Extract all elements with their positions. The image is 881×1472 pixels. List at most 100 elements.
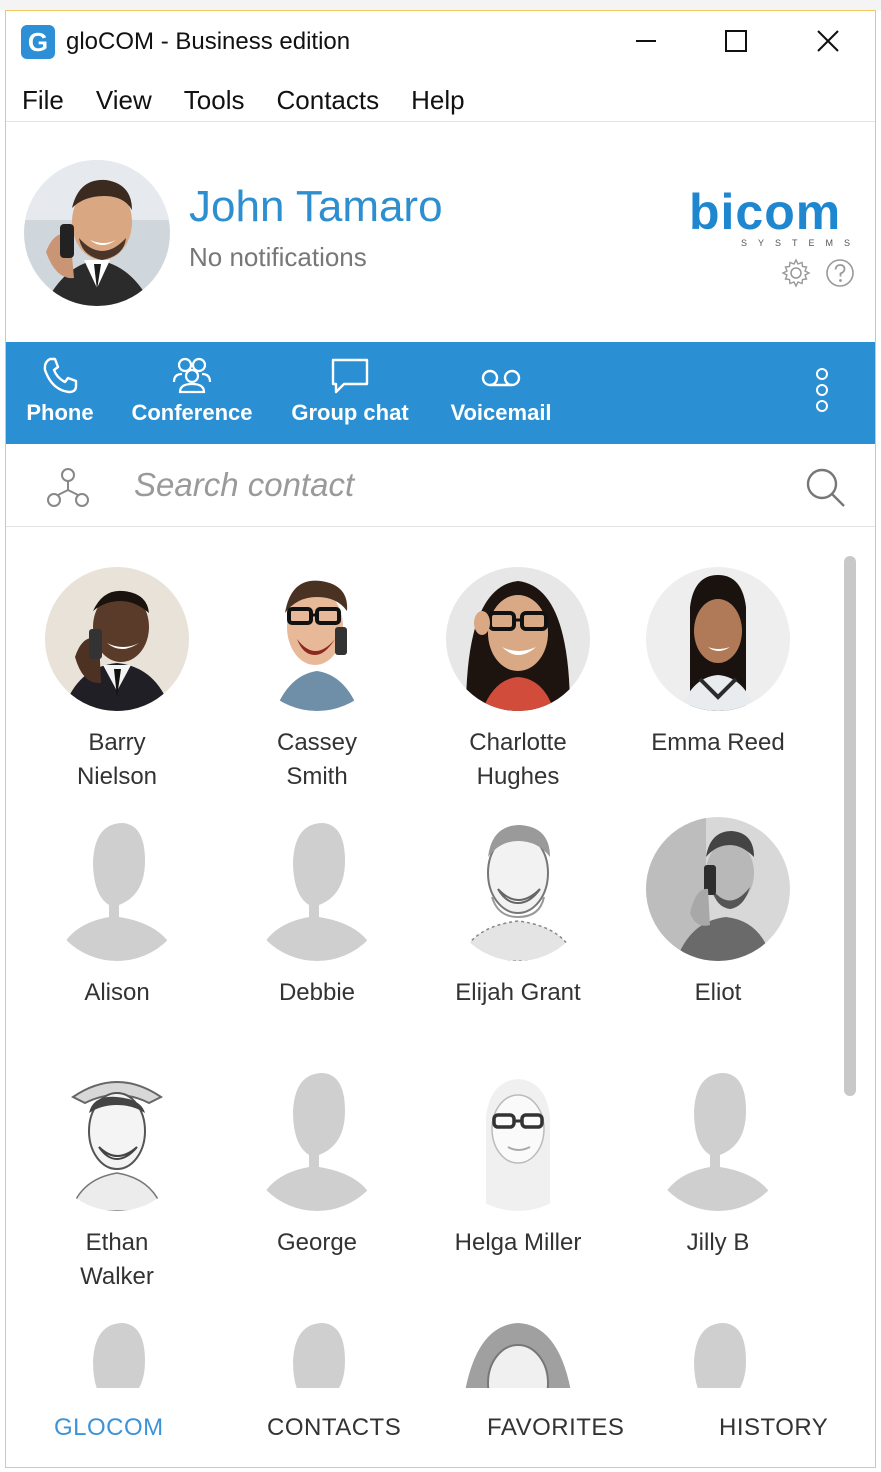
menu-view[interactable]: View <box>80 79 168 121</box>
maximize-button[interactable] <box>706 19 766 63</box>
org-chart-icon[interactable] <box>46 466 90 510</box>
tab-history[interactable]: HISTORY <box>719 1414 828 1442</box>
app-window: G gloCOM - Business edition File View To… <box>5 10 876 1468</box>
conference-label: Conference <box>131 400 253 425</box>
phone-action[interactable]: Phone <box>20 342 100 444</box>
group-chat-action[interactable]: Group chat <box>288 342 412 444</box>
menu-tools[interactable]: Tools <box>168 79 261 121</box>
user-name: John Tamaro <box>189 182 443 231</box>
question-mark-icon <box>826 259 854 287</box>
contact-tile[interactable]: Eliot <box>618 817 818 1010</box>
contact-avatar <box>45 817 189 961</box>
more-options-button[interactable] <box>802 342 842 444</box>
voicemail-action[interactable]: Voicemail <box>446 342 556 444</box>
default-avatar-icon <box>45 817 189 961</box>
contact-avatar <box>245 567 389 711</box>
contact-tile[interactable] <box>17 1317 217 1388</box>
settings-button[interactable] <box>780 257 812 289</box>
default-avatar-icon <box>646 1317 790 1388</box>
contact-tile[interactable] <box>618 1317 818 1388</box>
user-avatar[interactable] <box>24 160 170 306</box>
contact-avatar <box>446 1317 590 1388</box>
action-bar: Phone Conference Group chat Voicemail <box>6 342 875 444</box>
contact-tile[interactable]: Helga Miller <box>418 1067 618 1260</box>
vertical-ellipsis-icon <box>816 368 828 412</box>
contact-tile[interactable]: Cassey Smith <box>217 567 417 794</box>
contact-avatar <box>245 1067 389 1211</box>
phone-label: Phone <box>26 400 94 425</box>
contact-avatar <box>245 817 389 961</box>
contact-avatar <box>45 1067 189 1211</box>
contact-tile[interactable] <box>217 1317 417 1388</box>
contact-tile[interactable]: Alison <box>17 817 217 1010</box>
gear-icon <box>781 258 811 288</box>
tab-favorites[interactable]: FAVORITES <box>487 1414 624 1442</box>
default-avatar-icon <box>245 1317 389 1388</box>
contact-name: George <box>276 1229 358 1256</box>
contact-avatar <box>45 567 189 711</box>
contact-avatar <box>646 1317 790 1388</box>
contact-tile[interactable]: Elijah Grant <box>418 817 618 1010</box>
brand-logo: bicom SYSTEMS <box>689 187 861 248</box>
contact-avatar <box>245 1317 389 1388</box>
menu-file[interactable]: File <box>6 79 80 121</box>
voicemail-label: Voicemail <box>450 400 552 425</box>
contact-name: Jilly B <box>686 1229 750 1256</box>
contact-name: Ethan Walker <box>80 1229 154 1290</box>
minimize-button[interactable] <box>616 19 676 63</box>
voicemail-icon <box>481 369 521 387</box>
contact-avatar <box>446 1067 590 1211</box>
close-icon <box>817 30 839 52</box>
app-logo-icon: G <box>21 25 55 59</box>
title-bar: G gloCOM - Business edition <box>6 11 875 69</box>
contact-avatar <box>646 817 790 961</box>
conference-action[interactable]: Conference <box>130 342 254 444</box>
bottom-tab-bar: GLOCOM CONTACTS FAVORITES HISTORY <box>6 1388 875 1467</box>
contact-avatar <box>45 1317 189 1388</box>
contact-name: Emma Reed <box>651 729 785 756</box>
contact-tile[interactable]: Barry Nielson <box>17 567 217 794</box>
contact-tile[interactable]: George <box>217 1067 417 1260</box>
contact-name: Charlotte Hughes <box>469 729 567 790</box>
contact-name: Alison <box>84 979 150 1006</box>
brand-logo-subtext: SYSTEMS <box>741 238 862 248</box>
search-icon[interactable] <box>804 466 848 510</box>
menu-help[interactable]: Help <box>395 79 480 121</box>
contact-name: Helga Miller <box>454 1229 582 1256</box>
brand-logo-text: bicom <box>689 184 842 240</box>
menu-bar: File View Tools Contacts Help <box>6 79 481 121</box>
default-avatar-icon <box>646 1067 790 1211</box>
contact-avatar <box>446 817 590 961</box>
contact-tile[interactable]: Debbie <box>217 817 417 1010</box>
contact-tile[interactable]: Ethan Walker <box>17 1067 217 1294</box>
minimize-icon <box>636 40 656 42</box>
group-chat-label: Group chat <box>291 400 409 425</box>
contacts-grid: Barry Nielson Cassey Smith Charlotte Hug… <box>6 528 844 1388</box>
app-logo-letter: G <box>27 27 49 57</box>
contacts-scrollbar[interactable] <box>844 556 856 1096</box>
contact-tile[interactable]: Charlotte Hughes <box>418 567 618 794</box>
tab-glocom[interactable]: GLOCOM <box>54 1414 164 1442</box>
contact-name: Barry Nielson <box>76 729 158 790</box>
conference-icon <box>172 357 212 394</box>
contact-avatar <box>646 567 790 711</box>
contact-name: Eliot <box>694 979 742 1006</box>
default-avatar-icon <box>245 1067 389 1211</box>
menu-contacts[interactable]: Contacts <box>261 79 396 121</box>
default-avatar-icon <box>245 817 389 961</box>
profile-header: John Tamaro No notifications bicom SYSTE… <box>6 122 875 342</box>
contact-avatar <box>646 1067 790 1211</box>
contact-name: Cassey Smith <box>276 729 358 790</box>
close-button[interactable] <box>798 19 858 63</box>
contact-tile[interactable]: Jilly B <box>618 1067 818 1260</box>
contact-name: Elijah Grant <box>455 979 581 1006</box>
help-button[interactable] <box>824 257 856 289</box>
search-input[interactable] <box>134 460 774 510</box>
contact-tile[interactable]: Emma Reed <box>618 567 818 760</box>
tab-contacts[interactable]: CONTACTS <box>267 1414 401 1442</box>
contact-name: Debbie <box>278 979 356 1006</box>
notification-status: No notifications <box>189 242 367 272</box>
contact-tile[interactable] <box>418 1317 618 1388</box>
search-bar <box>6 444 875 527</box>
phone-icon <box>43 357 78 394</box>
